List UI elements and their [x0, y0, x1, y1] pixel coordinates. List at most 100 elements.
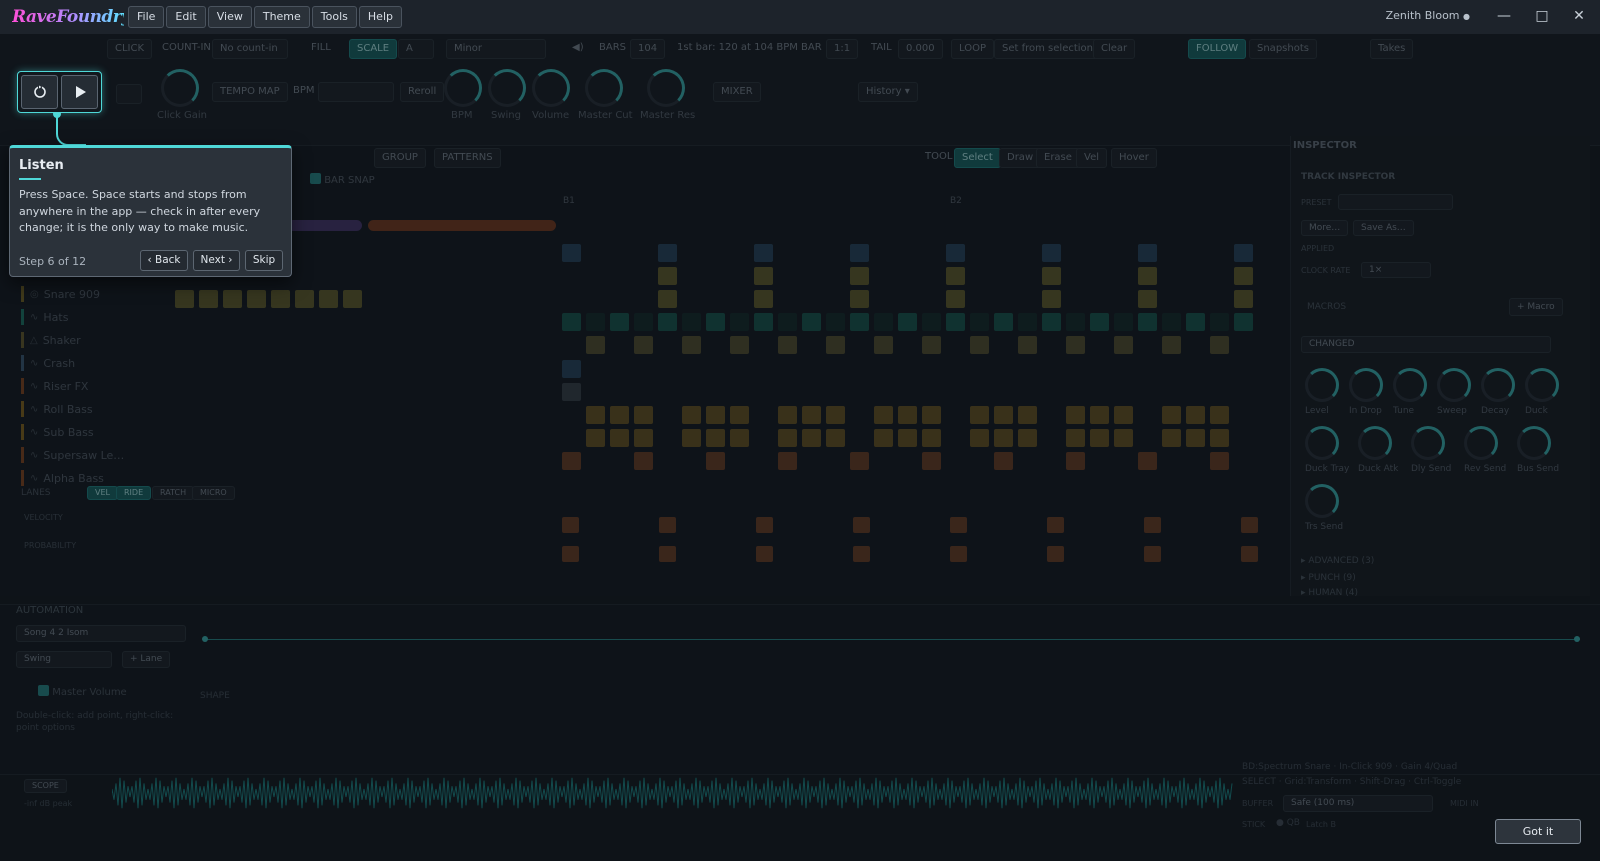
automation-point[interactable] — [202, 636, 208, 642]
master-cut-knob[interactable] — [585, 69, 623, 107]
send-knob[interactable] — [1464, 426, 1498, 460]
checkbox-icon[interactable] — [38, 685, 49, 696]
track-row[interactable]: ∿ Roll Bass — [21, 399, 93, 419]
riser-step[interactable] — [922, 452, 941, 470]
tool-erase[interactable]: Erase — [1036, 148, 1080, 168]
bass-step[interactable] — [1162, 406, 1181, 424]
bass-step[interactable] — [1210, 429, 1229, 447]
history-button[interactable]: History ▾ — [858, 82, 918, 102]
hats-step[interactable] — [1018, 313, 1037, 331]
snare-step[interactable] — [223, 290, 242, 308]
bass-step[interactable] — [778, 406, 797, 424]
velocity-bar[interactable] — [1144, 517, 1161, 533]
riser-step[interactable] — [706, 452, 725, 470]
snare-step[interactable] — [295, 290, 314, 308]
click-toggle[interactable]: CLICK — [107, 39, 153, 59]
tool-select[interactable]: Select — [954, 148, 1001, 168]
track-row[interactable]: ∿ Supersaw Le… — [21, 445, 124, 465]
snapshots-button[interactable]: Snapshots — [1249, 39, 1317, 59]
clock-rate-select[interactable]: 1× — [1361, 262, 1431, 278]
hats-step[interactable] — [970, 313, 989, 331]
send-knob[interactable] — [1411, 426, 1445, 460]
snare-step[interactable] — [1234, 267, 1253, 285]
riser-step[interactable] — [850, 452, 869, 470]
hats-step[interactable] — [1138, 313, 1157, 331]
automation-point[interactable] — [1574, 636, 1580, 642]
bass-step[interactable] — [802, 406, 821, 424]
snare-step[interactable] — [1042, 290, 1061, 308]
menu-tools[interactable]: Tools — [311, 6, 357, 28]
click-gain-knob[interactable] — [161, 69, 199, 107]
tail-value[interactable]: 0.000 — [898, 39, 943, 59]
shaker-step[interactable] — [778, 336, 797, 354]
track-row[interactable]: ∿ Hats — [21, 307, 68, 327]
hats-step[interactable] — [1234, 313, 1253, 331]
clear-button[interactable]: Clear — [1093, 39, 1136, 59]
macro-knob[interactable] — [1437, 368, 1471, 402]
hats-step[interactable] — [730, 313, 749, 331]
bass-step[interactable] — [994, 429, 1013, 447]
lane-tab-ratch[interactable]: RATCH — [152, 486, 195, 500]
bar-value[interactable]: 1:1 — [826, 39, 859, 59]
bass-step[interactable] — [1090, 406, 1109, 424]
checkbox-icon[interactable] — [310, 173, 321, 184]
snare-step[interactable] — [850, 267, 869, 285]
riser-step[interactable] — [778, 452, 797, 470]
hats-step[interactable] — [1090, 313, 1109, 331]
add-macro-button[interactable]: + Macro — [1509, 298, 1563, 316]
hats-step[interactable] — [658, 313, 677, 331]
bass-step[interactable] — [994, 406, 1013, 424]
next-button[interactable]: Next › — [193, 250, 240, 271]
hats-step[interactable] — [754, 313, 773, 331]
bass-step[interactable] — [802, 429, 821, 447]
bass-step[interactable] — [610, 429, 629, 447]
bass-step[interactable] — [1186, 429, 1205, 447]
bass-step[interactable] — [1018, 429, 1037, 447]
send-knob[interactable] — [1358, 426, 1392, 460]
reroll-button[interactable]: Reroll — [400, 82, 445, 102]
riser-step[interactable] — [562, 452, 581, 470]
loop-button[interactable]: LOOP — [951, 39, 994, 59]
bass-step[interactable] — [730, 429, 749, 447]
hats-step[interactable] — [1186, 313, 1205, 331]
kick-step[interactable] — [1042, 244, 1061, 262]
hats-step[interactable] — [1162, 313, 1181, 331]
kick-step[interactable] — [754, 244, 773, 262]
velocity-bar[interactable] — [659, 517, 676, 533]
bass-step[interactable] — [970, 406, 989, 424]
bass-step[interactable] — [922, 406, 941, 424]
patterns-button[interactable]: PATTERNS — [434, 148, 501, 168]
kick-step[interactable] — [946, 244, 965, 262]
play-button[interactable] — [61, 75, 98, 109]
crash-step[interactable] — [562, 360, 581, 378]
clip-orange[interactable] — [368, 220, 556, 231]
bass-step[interactable] — [586, 406, 605, 424]
bass-step[interactable] — [778, 429, 797, 447]
scale-mode-select[interactable]: Minor — [446, 39, 546, 59]
mixer-button[interactable]: MIXER — [713, 82, 761, 102]
section-punch[interactable]: ▸ PUNCH (9) — [1301, 573, 1356, 583]
menu-help[interactable]: Help — [358, 6, 402, 28]
bass-step[interactable] — [1210, 406, 1229, 424]
bass-step[interactable] — [1114, 406, 1133, 424]
track-row[interactable]: ∿ Riser FX — [21, 376, 88, 396]
count-in-select[interactable]: No count-in — [212, 39, 288, 59]
snare-step[interactable] — [1138, 290, 1157, 308]
bass-step[interactable] — [682, 406, 701, 424]
riser-step[interactable] — [1210, 452, 1229, 470]
bass-step[interactable] — [898, 406, 917, 424]
snare-step[interactable] — [850, 290, 869, 308]
snare-step[interactable] — [1234, 290, 1253, 308]
send-knob[interactable] — [1305, 426, 1339, 460]
bpm-field[interactable] — [318, 82, 394, 102]
bass-step[interactable] — [1018, 406, 1037, 424]
velocity-bar[interactable] — [1241, 517, 1258, 533]
track-row[interactable]: △ Shaker — [21, 330, 81, 350]
automation-mode-select[interactable]: Song 4 2 Isom — [16, 625, 186, 642]
bass-step[interactable] — [1066, 406, 1085, 424]
hats-step[interactable] — [778, 313, 797, 331]
lane-tab-ride[interactable]: RIDE — [116, 486, 152, 500]
skip-button[interactable]: Skip — [245, 250, 283, 271]
velocity-bar[interactable] — [1047, 517, 1064, 533]
hats-step[interactable] — [946, 313, 965, 331]
